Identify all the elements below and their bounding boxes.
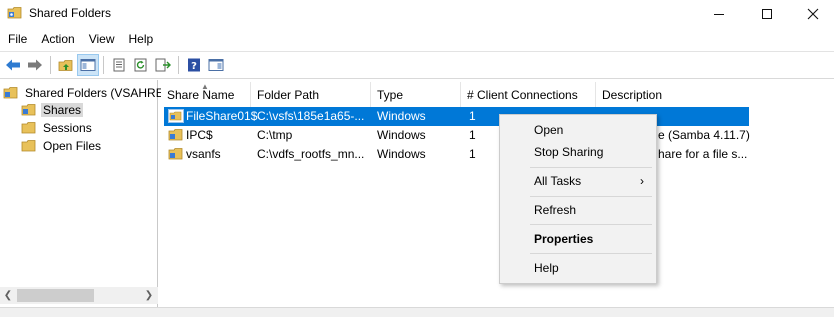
column-header-share-name[interactable]: Share Name ▲ xyxy=(161,82,251,107)
window-title: Shared Folders xyxy=(29,6,112,20)
column-header-label: Type xyxy=(377,87,404,102)
type-cell: Windows xyxy=(377,128,426,142)
forward-arrow-icon xyxy=(28,59,42,71)
share-name-cell: vsanfs xyxy=(186,147,221,161)
menu-file[interactable]: File xyxy=(0,28,34,50)
shared-folder-icon xyxy=(7,7,22,19)
tree-root[interactable]: Shared Folders (VSAHREC xyxy=(3,84,174,101)
context-menu-all-tasks[interactable]: All Tasks › xyxy=(500,170,656,192)
show-hide-tree-button[interactable] xyxy=(77,54,99,76)
maximize-button[interactable] xyxy=(744,0,790,28)
submenu-arrow-icon: › xyxy=(640,174,644,188)
menu-separator xyxy=(530,167,652,168)
export-list-icon xyxy=(155,58,171,72)
column-header-folder-path[interactable]: Folder Path xyxy=(251,82,371,107)
svg-text:?: ? xyxy=(191,61,197,72)
tree-item-sessions[interactable]: Sessions xyxy=(21,119,94,136)
menu-separator xyxy=(530,253,652,254)
table-row[interactable]: FileShare01$ C:\vsfs\185e1a65-... Window… xyxy=(164,107,749,126)
type-cell: Windows xyxy=(377,147,426,161)
up-one-level-button[interactable] xyxy=(55,54,77,76)
tree-item-open-files[interactable]: Open Files xyxy=(21,137,103,154)
close-button[interactable] xyxy=(790,0,834,28)
menu-view[interactable]: View xyxy=(82,28,122,50)
shared-folder-icon xyxy=(3,86,18,98)
tree-item-shares[interactable]: Shares xyxy=(21,101,84,118)
context-menu-open[interactable]: Open xyxy=(500,119,656,141)
refresh-icon xyxy=(134,58,147,72)
context-menu-stop-sharing[interactable]: Stop Sharing xyxy=(500,141,656,163)
help-button[interactable]: ? xyxy=(183,54,205,76)
toolbar-separator xyxy=(103,56,104,74)
column-header-label: Folder Path xyxy=(257,87,320,102)
context-menu-label: All Tasks xyxy=(534,174,582,188)
back-arrow-icon xyxy=(6,59,20,71)
menu-bar: File Action View Help xyxy=(0,28,834,50)
up-folder-icon xyxy=(58,60,73,71)
shared-folder-icon xyxy=(168,129,183,141)
scroll-left-icon[interactable]: ❮ xyxy=(0,287,16,304)
refresh-button[interactable] xyxy=(130,54,152,76)
tree-root-label: Shared Folders (VSAHREC xyxy=(25,85,173,100)
show-action-pane-icon xyxy=(208,59,224,71)
title-bar: Shared Folders xyxy=(0,0,834,28)
scroll-right-icon[interactable]: ❯ xyxy=(141,287,157,304)
folder-icon xyxy=(21,121,36,133)
toolbar: ? xyxy=(0,51,834,79)
shared-folder-icon xyxy=(168,109,184,123)
tree-item-label: Shares xyxy=(41,102,84,117)
shared-folder-icon xyxy=(21,103,36,115)
description-cell: e (Samba 4.11.7) xyxy=(658,128,750,142)
context-menu: Open Stop Sharing All Tasks › Refresh Pr… xyxy=(499,114,657,284)
column-header-label: # Client Connections xyxy=(467,87,578,102)
column-header-description[interactable]: Description xyxy=(596,82,834,107)
menu-separator xyxy=(530,196,652,197)
share-name-cell: IPC$ xyxy=(186,128,213,142)
console-tree: Shared Folders (VSAHREC Shares Sessions … xyxy=(0,80,172,307)
shared-folder-icon xyxy=(168,148,183,160)
menu-separator xyxy=(530,224,652,225)
close-icon xyxy=(807,8,819,20)
help-icon: ? xyxy=(188,58,200,72)
minimize-button[interactable] xyxy=(696,0,742,28)
folder-path-cell: C:\vsfs\185e1a65-... xyxy=(257,109,365,123)
folder-path-cell: C:\tmp xyxy=(257,128,293,142)
properties-button[interactable] xyxy=(108,54,130,76)
shares-list: Share Name ▲ Folder Path Type # Client C… xyxy=(161,80,834,307)
forward-button[interactable] xyxy=(24,54,46,76)
column-header-client-connections[interactable]: # Client Connections xyxy=(461,82,596,107)
properties-icon xyxy=(113,58,125,72)
export-list-button[interactable] xyxy=(152,54,174,76)
column-header-label: Description xyxy=(602,87,663,102)
tree-item-label: Sessions xyxy=(43,120,92,135)
menu-help[interactable]: Help xyxy=(122,28,161,50)
back-button[interactable] xyxy=(2,54,24,76)
menu-action[interactable]: Action xyxy=(34,28,81,50)
tree-horizontal-scrollbar[interactable]: ❮ ❯ xyxy=(0,287,158,304)
column-header-type[interactable]: Type xyxy=(371,82,461,107)
status-bar xyxy=(0,307,834,317)
context-menu-properties[interactable]: Properties xyxy=(500,228,656,250)
show-action-pane-button[interactable] xyxy=(205,54,227,76)
tree-item-label: Open Files xyxy=(43,138,102,153)
context-menu-refresh[interactable]: Refresh xyxy=(500,199,656,221)
description-cell: hare for a file s... xyxy=(658,147,748,161)
scrollbar-thumb[interactable] xyxy=(17,289,94,302)
folder-path-cell: C:\vdfs_rootfs_mn... xyxy=(257,147,365,161)
toolbar-separator xyxy=(50,56,51,74)
type-cell: Windows xyxy=(377,109,426,123)
folder-icon xyxy=(21,139,36,151)
show-hide-tree-icon xyxy=(80,59,96,71)
sort-ascending-icon: ▲ xyxy=(201,82,209,91)
context-menu-help[interactable]: Help xyxy=(500,257,656,279)
toolbar-separator xyxy=(178,56,179,74)
